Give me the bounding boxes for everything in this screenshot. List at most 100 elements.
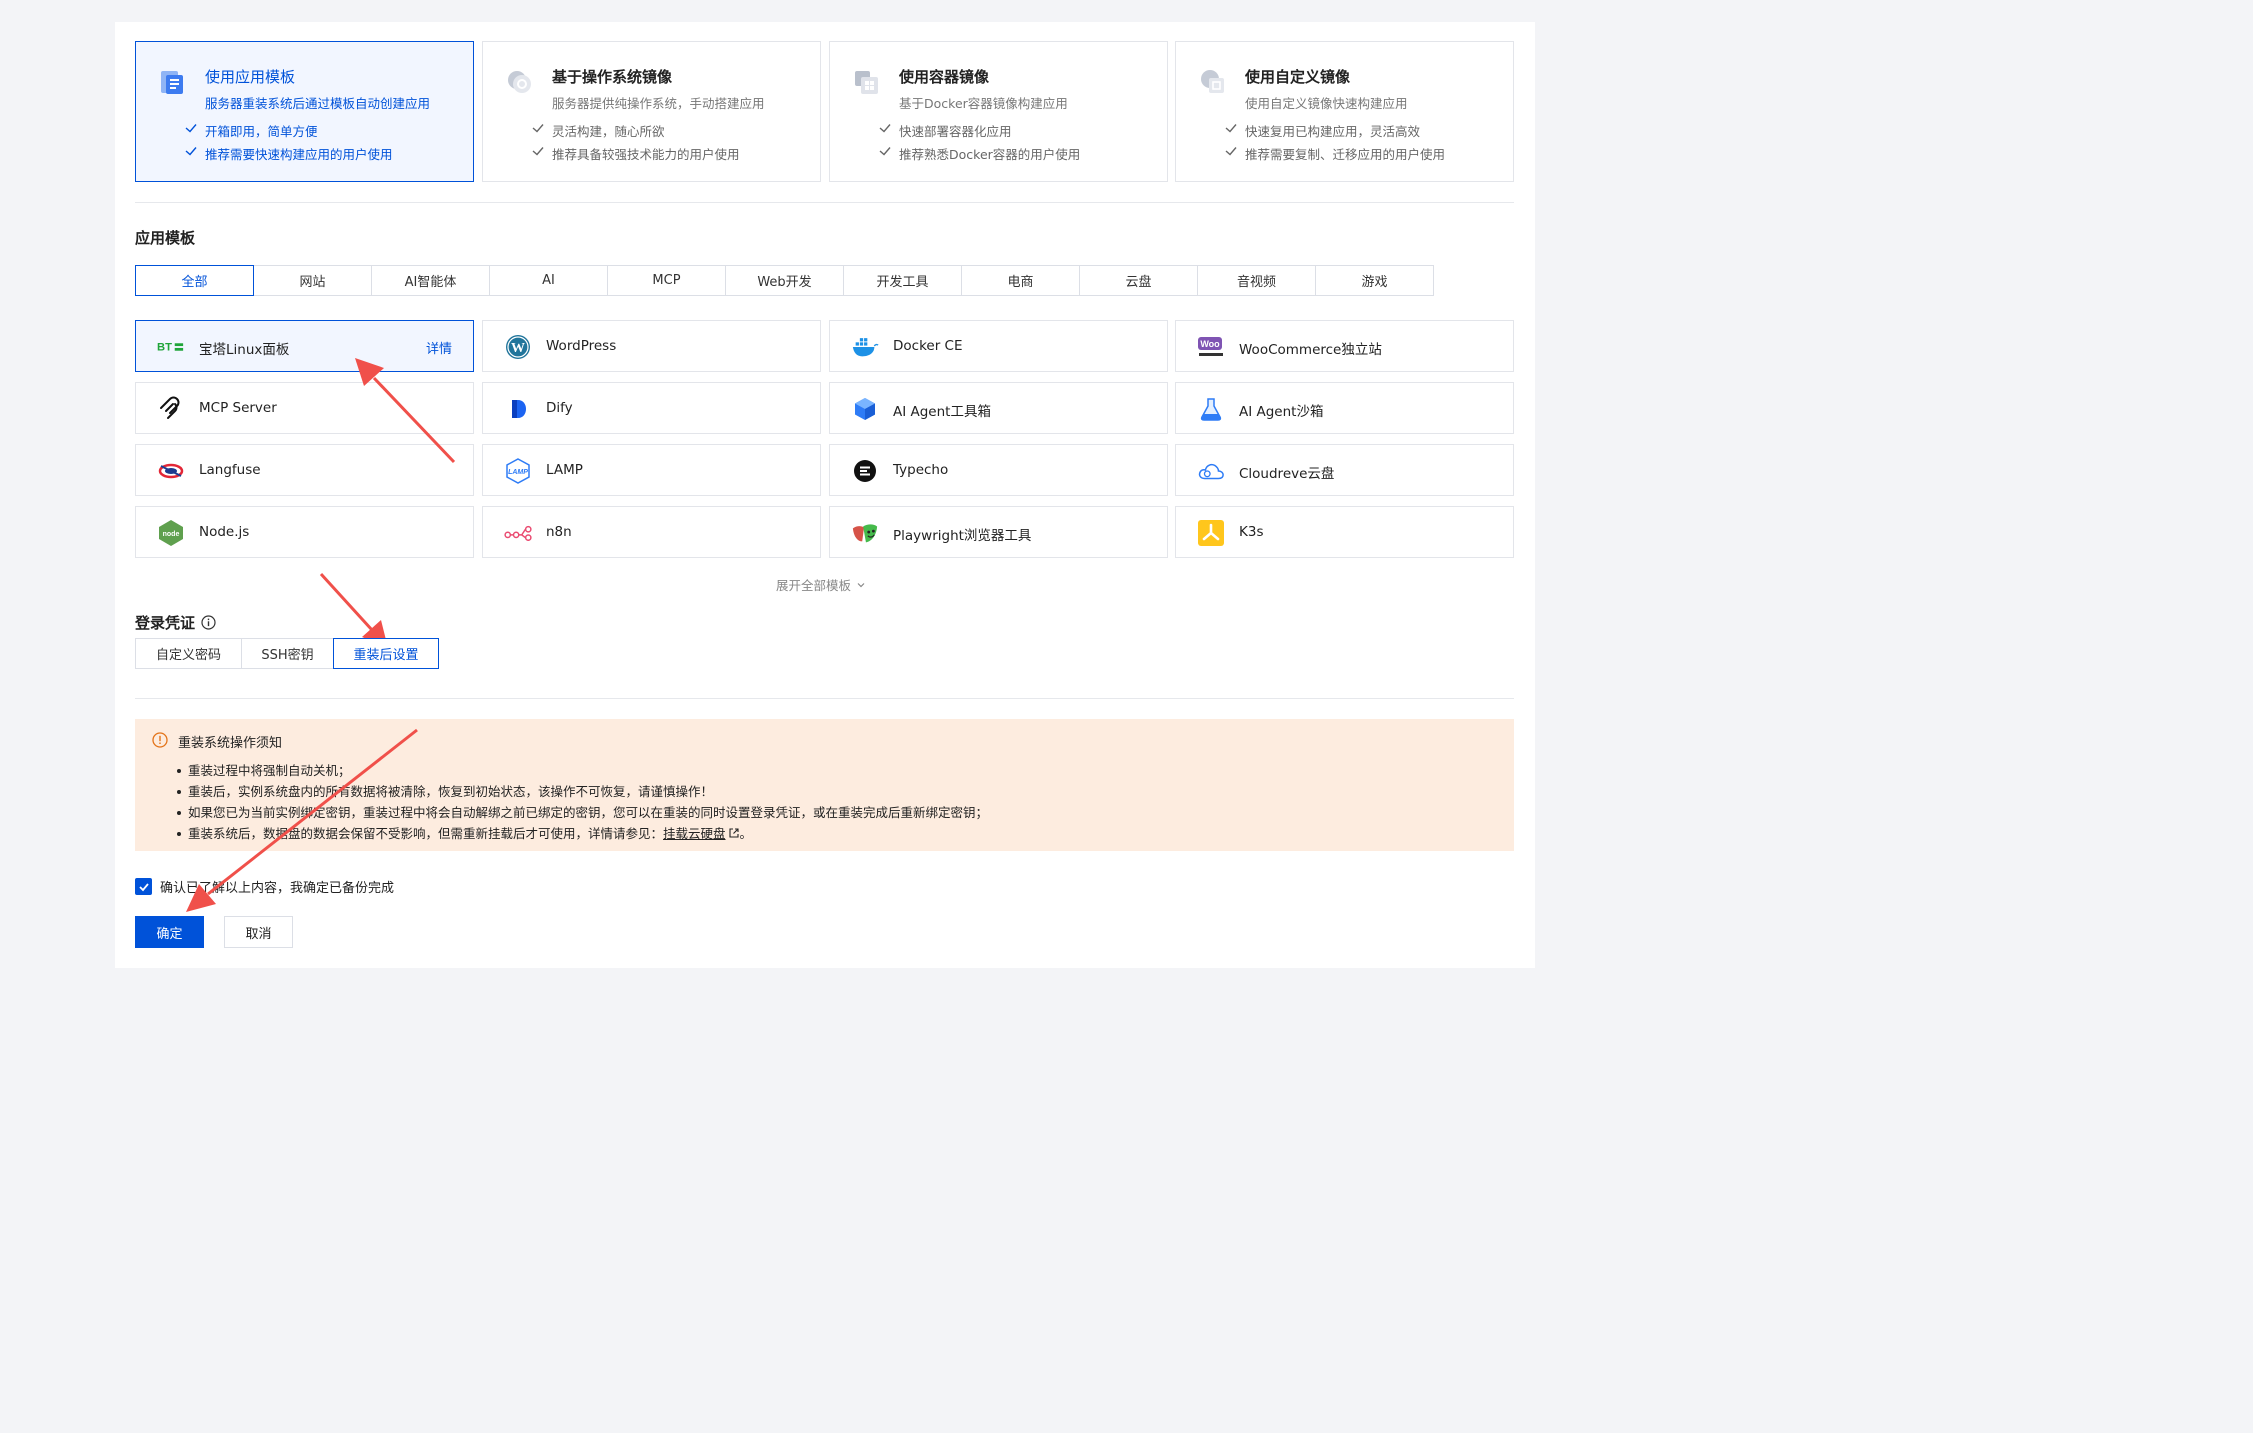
app-name: Docker CE bbox=[893, 338, 963, 354]
mcp-icon bbox=[157, 395, 185, 423]
app-ai-agent-toolbox[interactable]: AI Agent工具箱 bbox=[829, 382, 1168, 434]
custom-image-icon bbox=[1201, 70, 1224, 93]
wordpress-icon: W bbox=[504, 333, 532, 361]
woocommerce-icon: Woo bbox=[1197, 333, 1225, 361]
ai-agent-toolbox-icon bbox=[851, 395, 879, 423]
tab-all[interactable]: 全部 bbox=[135, 265, 254, 296]
card-bullet: 推荐熟悉Docker容器的用户使用 bbox=[879, 144, 1081, 163]
app-name: LAMP bbox=[546, 462, 583, 478]
check-icon bbox=[185, 124, 197, 133]
card-subtitle: 服务器提供纯操作系统，手动搭建应用 bbox=[552, 96, 765, 111]
card-bullet-text: 推荐需要复制、迁移应用的用户使用 bbox=[1245, 147, 1446, 162]
notice-item-suffix: 。 bbox=[739, 826, 753, 841]
card-subtitle: 服务器重装系统后通过模板自动创建应用 bbox=[205, 96, 431, 111]
app-name: WooCommerce独立站 bbox=[1239, 342, 1382, 358]
card-bullet-text: 推荐熟悉Docker容器的用户使用 bbox=[899, 147, 1081, 162]
tab-ssh-key[interactable]: SSH密钥 bbox=[241, 638, 334, 669]
app-name: Langfuse bbox=[199, 462, 261, 478]
tab-ecommerce[interactable]: 电商 bbox=[961, 265, 1080, 296]
app-wordpress[interactable]: W WordPress bbox=[482, 320, 821, 372]
app-mcp-server[interactable]: MCP Server bbox=[135, 382, 474, 434]
notice-item: 重装后，实例系统盘内的所有数据将被清除，恢复到初始状态，该操作不可恢复，请谨慎操… bbox=[176, 781, 988, 802]
tab-set-after-reinstall[interactable]: 重装后设置 bbox=[333, 638, 439, 669]
svg-text:Woo: Woo bbox=[1200, 339, 1220, 349]
tab-dev-tools[interactable]: 开发工具 bbox=[843, 265, 962, 296]
lamp-icon: LAMP bbox=[504, 457, 532, 485]
app-playwright[interactable]: Playwright浏览器工具 bbox=[829, 506, 1168, 558]
app-name: Playwright浏览器工具 bbox=[893, 528, 1032, 544]
notice-item: 重装系统后，数据盘的数据会保留不受影响，但需重新挂载后才可使用，详情请参见：挂载… bbox=[176, 823, 988, 844]
app-typecho[interactable]: Typecho bbox=[829, 444, 1168, 496]
check-icon bbox=[879, 147, 891, 156]
check-icon bbox=[532, 147, 544, 156]
container-image-icon bbox=[855, 71, 878, 94]
image-type-card-os[interactable]: 基于操作系统镜像 服务器提供纯操作系统，手动搭建应用 灵活构建，随心所欲 推荐具… bbox=[482, 41, 821, 182]
k3s-icon bbox=[1197, 519, 1225, 547]
app-nodejs[interactable]: node Node.js bbox=[135, 506, 474, 558]
app-bt-panel[interactable]: BT 宝塔Linux面板 详情 bbox=[135, 320, 474, 372]
image-type-card-container[interactable]: 使用容器镜像 基于Docker容器镜像构建应用 快速部署容器化应用 推荐熟悉Do… bbox=[829, 41, 1168, 182]
app-ai-agent-sandbox[interactable]: AI Agent沙箱 bbox=[1175, 382, 1514, 434]
reinstall-notice: 重装系统操作须知 重装过程中将强制自动关机； 重装后，实例系统盘内的所有数据将被… bbox=[135, 719, 1514, 851]
svg-text:node: node bbox=[163, 531, 180, 538]
check-icon bbox=[1225, 147, 1237, 156]
os-image-icon bbox=[508, 71, 531, 93]
svg-text:W: W bbox=[511, 341, 525, 356]
divider bbox=[135, 698, 1514, 699]
notice-list: 重装过程中将强制自动关机； 重装后，实例系统盘内的所有数据将被清除，恢复到初始状… bbox=[176, 760, 988, 844]
app-langfuse[interactable]: Langfuse bbox=[135, 444, 474, 496]
app-cloudreve[interactable]: Cloudreve云盘 bbox=[1175, 444, 1514, 496]
svg-text:BT: BT bbox=[157, 342, 172, 354]
card-bullet-text: 快速复用已构建应用，灵活高效 bbox=[1245, 124, 1421, 139]
mount-cloud-disk-link[interactable]: 挂载云硬盘 bbox=[663, 826, 726, 841]
section-title-credentials: 登录凭证 bbox=[135, 612, 216, 633]
tab-ai-agent[interactable]: AI智能体 bbox=[371, 265, 490, 296]
notice-title: 重装系统操作须知 bbox=[178, 736, 283, 751]
category-tabs: 全部 网站 AI智能体 AI MCP Web开发 开发工具 电商 云盘 音视频 … bbox=[135, 265, 1434, 296]
card-subtitle: 基于Docker容器镜像构建应用 bbox=[899, 96, 1068, 111]
app-k3s[interactable]: K3s bbox=[1175, 506, 1514, 558]
app-lamp[interactable]: LAMP LAMP bbox=[482, 444, 821, 496]
warning-icon bbox=[152, 732, 168, 748]
app-n8n[interactable]: n8n bbox=[482, 506, 821, 558]
tab-games[interactable]: 游戏 bbox=[1315, 265, 1434, 296]
app-name: AI Agent工具箱 bbox=[893, 404, 991, 420]
card-title: 使用容器镜像 bbox=[899, 68, 990, 86]
bt-panel-icon: BT bbox=[157, 333, 185, 361]
notice-item: 重装过程中将强制自动关机； bbox=[176, 760, 988, 781]
image-type-card-custom[interactable]: 使用自定义镜像 使用自定义镜像快速构建应用 快速复用已构建应用，灵活高效 推荐需… bbox=[1175, 41, 1514, 182]
tab-cloud-disk[interactable]: 云盘 bbox=[1079, 265, 1198, 296]
card-bullet: 开箱即用，简单方便 bbox=[185, 121, 318, 140]
card-title: 使用自定义镜像 bbox=[1245, 68, 1351, 86]
confirm-row: 确认已了解以上内容，我确定已备份完成 bbox=[135, 877, 394, 896]
app-name: Dify bbox=[546, 400, 573, 416]
typecho-icon bbox=[851, 457, 879, 485]
tab-custom-password[interactable]: 自定义密码 bbox=[135, 638, 242, 669]
ok-button[interactable]: 确定 bbox=[135, 916, 204, 948]
card-bullet-text: 灵活构建，随心所欲 bbox=[552, 124, 665, 139]
card-bullet: 快速部署容器化应用 bbox=[879, 121, 1012, 140]
docker-icon bbox=[851, 333, 879, 361]
tab-web-dev[interactable]: Web开发 bbox=[725, 265, 844, 296]
tab-website[interactable]: 网站 bbox=[253, 265, 372, 296]
tab-audio-video[interactable]: 音视频 bbox=[1197, 265, 1316, 296]
credentials-title: 登录凭证 bbox=[135, 614, 196, 632]
app-docker-ce[interactable]: Docker CE bbox=[829, 320, 1168, 372]
app-woocommerce[interactable]: Woo WooCommerce独立站 bbox=[1175, 320, 1514, 372]
card-subtitle: 使用自定义镜像快速构建应用 bbox=[1245, 96, 1408, 111]
n8n-icon bbox=[504, 519, 532, 547]
check-icon bbox=[185, 147, 197, 156]
detail-link[interactable]: 详情 bbox=[426, 338, 452, 357]
app-name: Node.js bbox=[199, 524, 250, 540]
expand-all-templates[interactable]: 展开全部模板 bbox=[776, 575, 867, 594]
info-icon[interactable] bbox=[201, 615, 216, 630]
tab-ai[interactable]: AI bbox=[489, 265, 608, 296]
check-icon bbox=[879, 124, 891, 133]
confirm-checkbox[interactable] bbox=[135, 878, 152, 895]
app-dify[interactable]: Dify bbox=[482, 382, 821, 434]
card-bullet: 灵活构建，随心所欲 bbox=[532, 121, 665, 140]
cancel-button[interactable]: 取消 bbox=[224, 916, 293, 948]
app-template-icon bbox=[161, 71, 183, 94]
image-type-card-app-template[interactable]: 使用应用模板 服务器重装系统后通过模板自动创建应用 开箱即用，简单方便 推荐需要… bbox=[135, 41, 474, 182]
tab-mcp[interactable]: MCP bbox=[607, 265, 726, 296]
